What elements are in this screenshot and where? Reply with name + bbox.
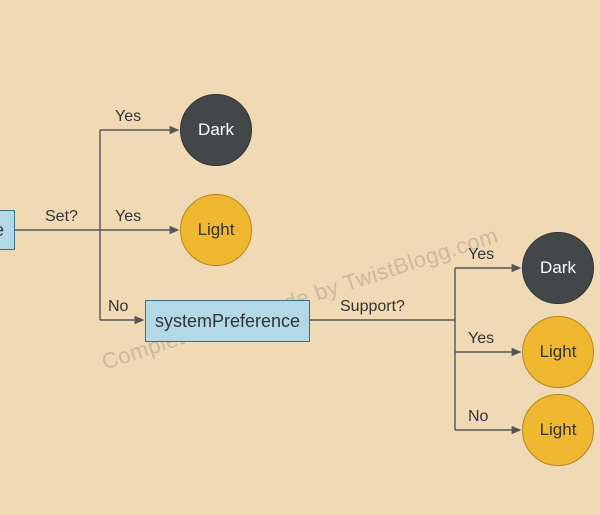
set-yes1-label: Yes <box>115 108 141 126</box>
dark-node-1: Dark <box>180 94 252 166</box>
dark-node-1-label: Dark <box>198 120 234 140</box>
support-no-label: No <box>468 408 488 426</box>
set-no-label: No <box>108 298 128 316</box>
light-node-2-label: Light <box>540 342 577 362</box>
storage-label: e <box>0 220 4 241</box>
connectors <box>0 0 600 515</box>
set-yes2-label: Yes <box>115 208 141 226</box>
storage-node: e <box>0 210 15 250</box>
dark-node-2-label: Dark <box>540 258 576 278</box>
light-node-1-label: Light <box>198 220 235 240</box>
system-preference-node: systemPreference <box>145 300 310 342</box>
support-yes1-label: Yes <box>468 246 494 264</box>
support-yes2-label: Yes <box>468 330 494 348</box>
light-node-3-label: Light <box>540 420 577 440</box>
light-node-1: Light <box>180 194 252 266</box>
light-node-3: Light <box>522 394 594 466</box>
light-node-2: Light <box>522 316 594 388</box>
dark-node-2: Dark <box>522 232 594 304</box>
system-preference-label: systemPreference <box>155 311 300 332</box>
set-question-label: Set? <box>45 208 78 226</box>
watermark-text: Complete Dark mode by TwistBlogg.com <box>99 222 502 375</box>
support-question-label: Support? <box>340 298 405 316</box>
